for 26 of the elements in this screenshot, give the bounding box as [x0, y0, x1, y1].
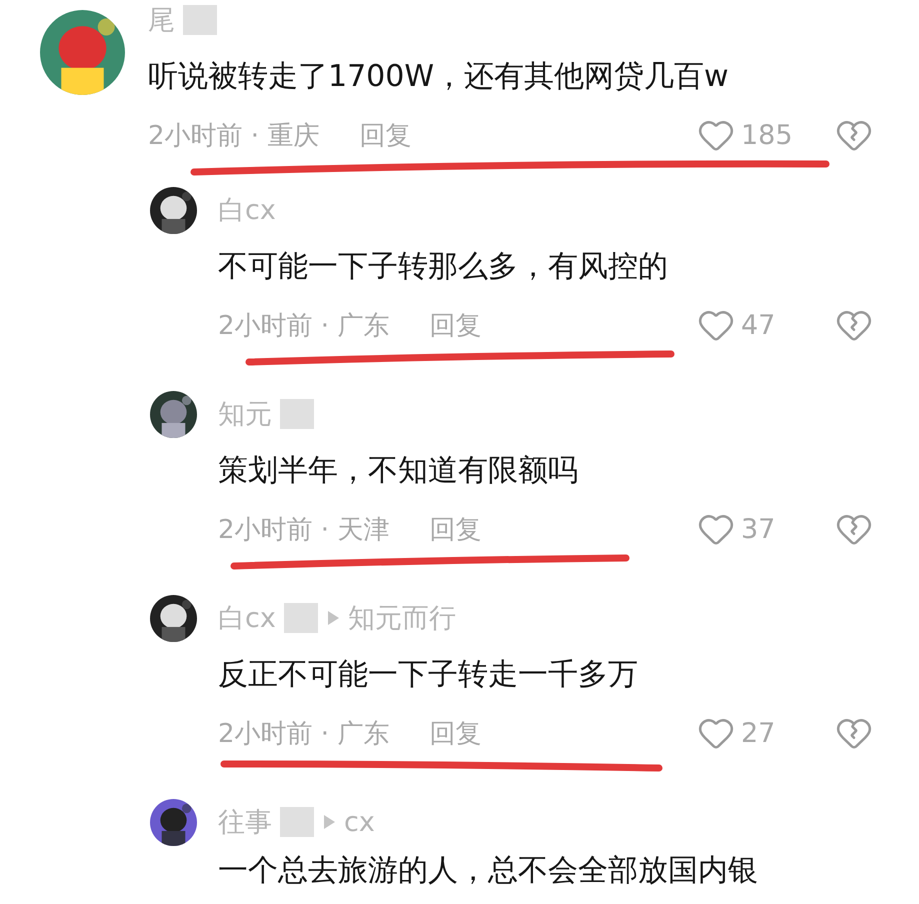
reply-link[interactable]: 回复 — [429, 512, 482, 546]
comment-time: 2小时前 · 重庆 — [148, 120, 320, 152]
username[interactable]: 知元 — [218, 396, 272, 432]
like-count: 185 — [741, 120, 793, 150]
username[interactable]: cx — [344, 806, 375, 838]
triangle-icon — [322, 814, 336, 830]
like-count: 37 — [741, 514, 776, 544]
comment-text: 策划半年，不知道有限额吗 — [218, 452, 579, 490]
comment-text: 反正不可能一下子转走一千多万 — [218, 656, 639, 694]
reply-link[interactable]: 回复 — [359, 118, 412, 152]
comment-text: 一个总去旅游的人，总不会全部放国内银 — [218, 852, 759, 890]
comment-time: 2小时前 · 天津 — [218, 514, 390, 546]
reply-link[interactable]: 回复 — [429, 308, 482, 342]
comment-text: 听说被转走了1700W，还有其他网贷几百w — [148, 58, 730, 96]
username[interactable]: 尾 — [148, 2, 175, 38]
username[interactable]: 知元而行 — [348, 600, 456, 636]
like-count: 47 — [741, 310, 776, 340]
comment-time: 2小时前 · 广东 — [218, 718, 390, 750]
like-count: 27 — [741, 718, 776, 748]
comment-time: 2小时前 · 广东 — [218, 310, 390, 342]
triangle-icon — [326, 610, 340, 626]
comment-text: 不可能一下子转那么多，有风控的 — [218, 248, 669, 286]
username[interactable]: 白cx — [218, 192, 276, 228]
reply-link[interactable]: 回复 — [429, 716, 482, 750]
username[interactable]: 往事 — [218, 804, 272, 840]
username[interactable]: 白cx — [218, 600, 276, 636]
